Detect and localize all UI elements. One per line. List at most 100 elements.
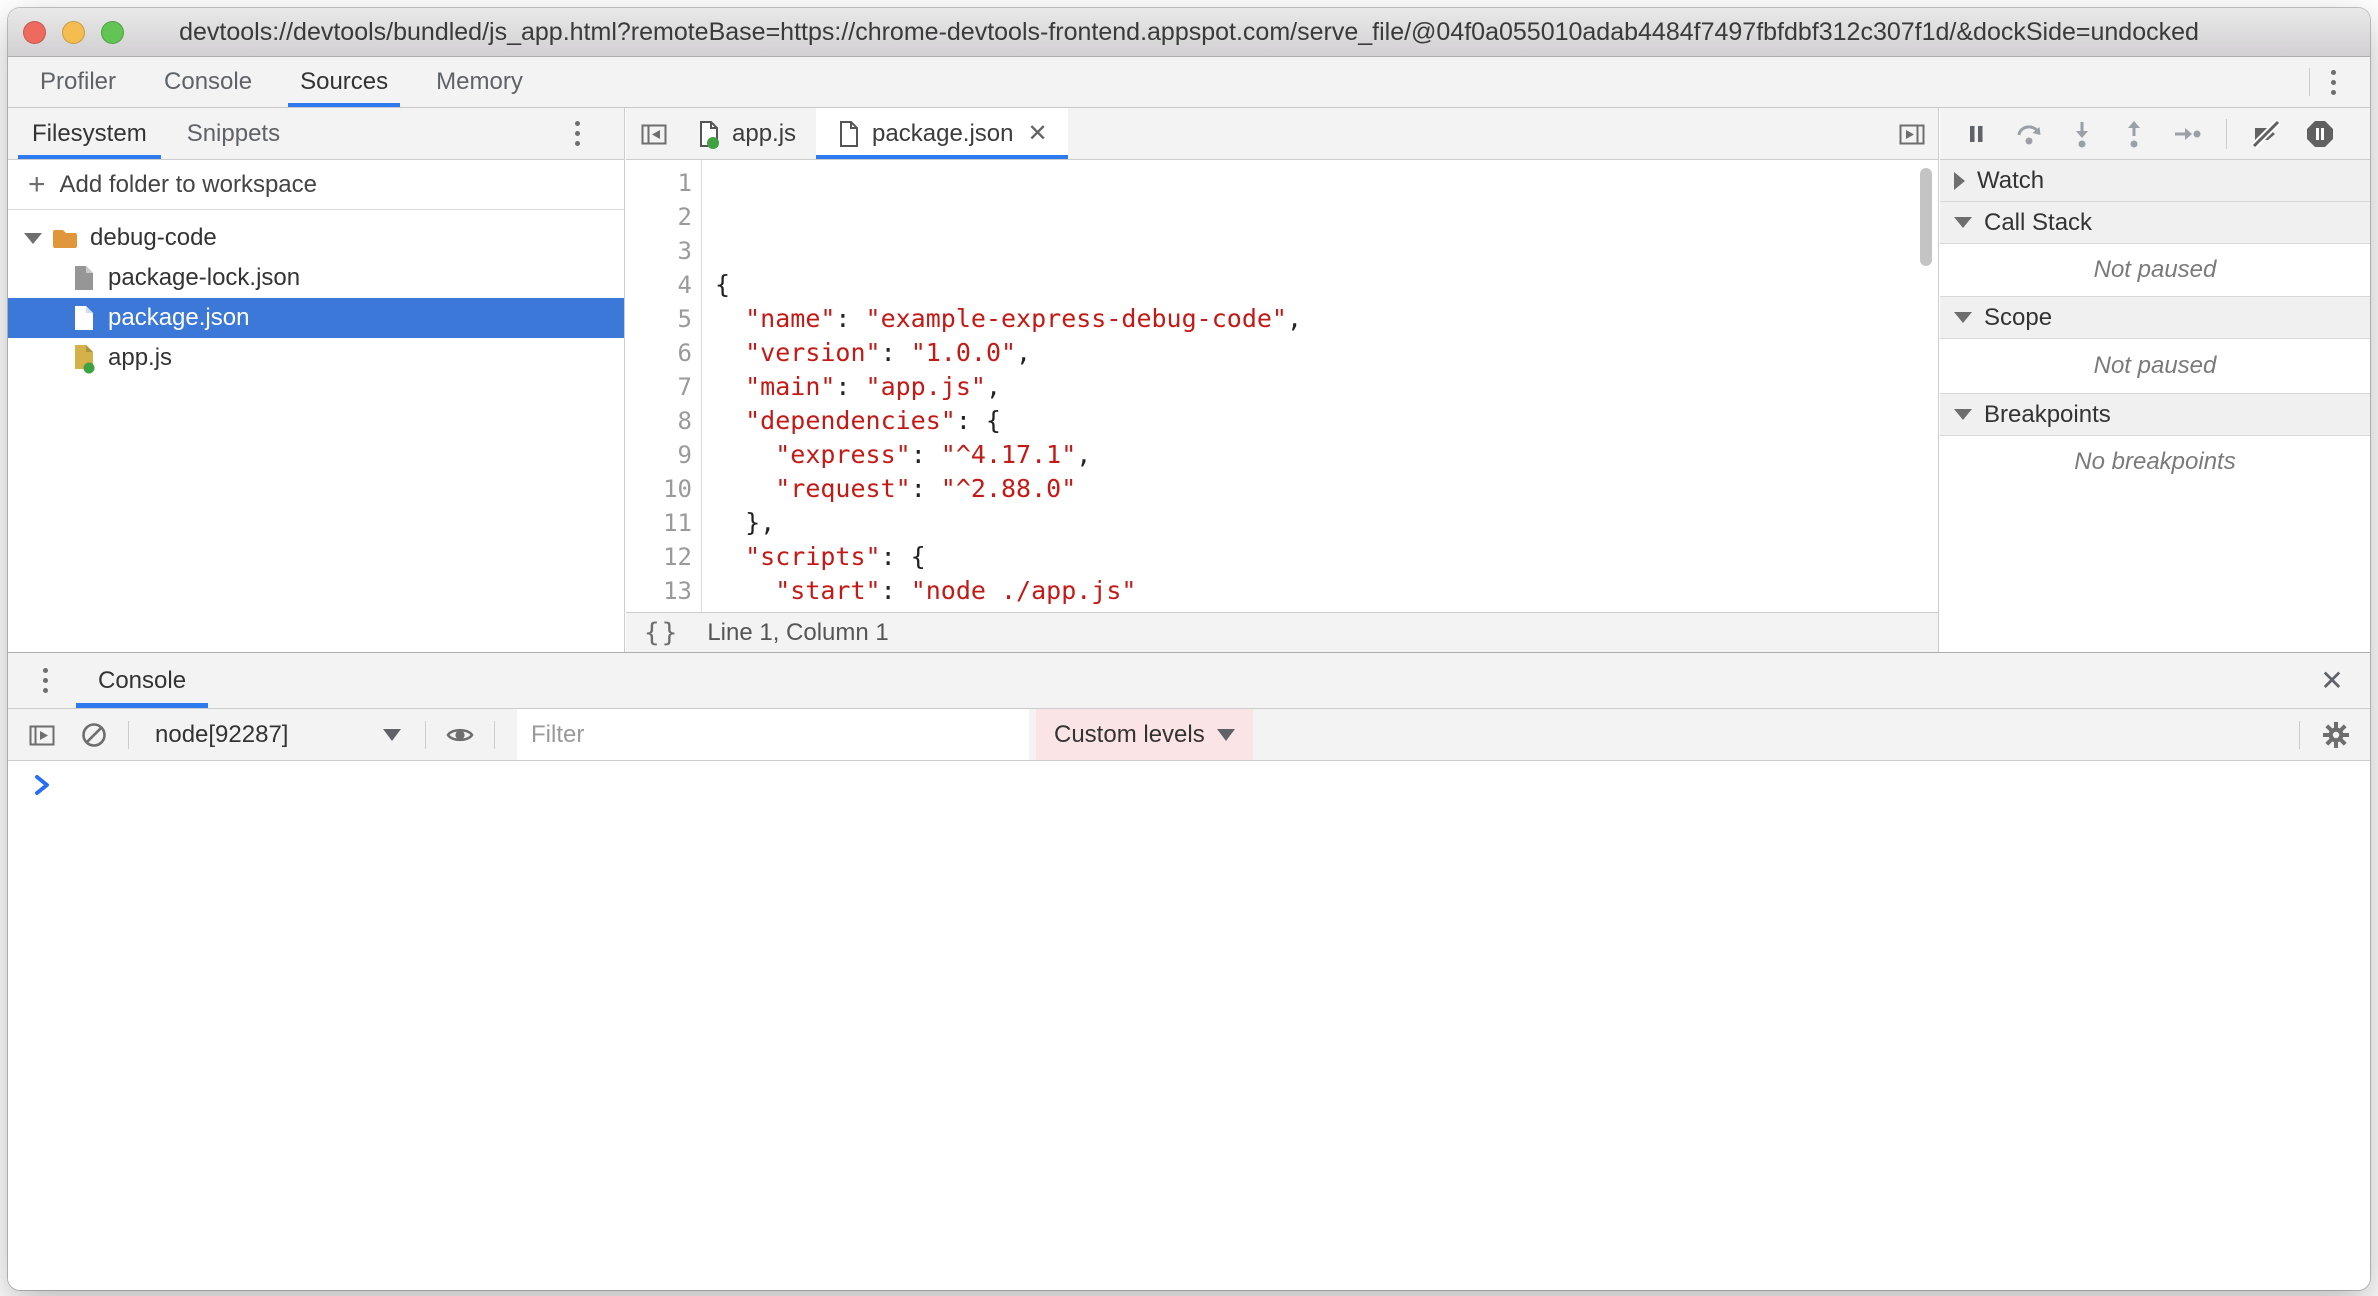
devtools-window: devtools://devtools/bundled/js_app.html?… (8, 8, 2370, 1290)
custom-levels-button[interactable]: Custom levels (1036, 709, 1253, 760)
line-number[interactable]: 9 (626, 438, 692, 472)
tab-label: package.json (872, 120, 1013, 148)
close-window-button[interactable] (23, 21, 46, 44)
drawer-menu-kebab-icon[interactable] (22, 661, 68, 701)
tab-sources[interactable]: Sources (284, 57, 404, 107)
add-folder-to-workspace[interactable]: + Add folder to workspace (8, 160, 624, 210)
traffic-lights (23, 8, 124, 56)
section-label: Breakpoints (1984, 401, 2111, 429)
code-line[interactable]: "version": "1.0.0", (715, 336, 1938, 370)
drawer-tab-console[interactable]: Console (76, 653, 208, 708)
console-drawer: Console ✕ node[9228 (8, 652, 2370, 1290)
hide-navigator-icon[interactable] (632, 112, 676, 156)
chevron-down-icon (1954, 217, 1972, 228)
code-line[interactable]: "start": "node ./app.js" (715, 574, 1938, 608)
line-number[interactable]: 3 (626, 234, 692, 268)
file-icon (70, 263, 98, 293)
tab-console[interactable]: Console (148, 57, 268, 107)
line-number[interactable]: 10 (626, 472, 692, 506)
close-drawer-icon[interactable]: ✕ (2310, 659, 2354, 703)
line-number[interactable]: 8 (626, 404, 692, 438)
tree-folder-debug-code[interactable]: debug-code (8, 218, 624, 258)
console-prompt-row[interactable] (8, 761, 2370, 809)
tab-memory[interactable]: Memory (420, 57, 539, 107)
debugger-pane: Watch Call Stack Not paused Scope Not pa… (1940, 108, 2370, 652)
breakpoints-section-header[interactable]: Breakpoints (1940, 394, 2370, 436)
tree-item-app-js[interactable]: app.js (8, 338, 624, 378)
tab-filesystem[interactable]: Filesystem (16, 108, 163, 159)
minimize-window-button[interactable] (62, 21, 85, 44)
chevron-down-icon (1954, 409, 1972, 420)
pause-icon[interactable] (1962, 120, 1990, 148)
tab-snippets[interactable]: Snippets (171, 108, 296, 159)
navigator-more-kebab-icon[interactable] (554, 114, 600, 154)
clear-console-icon[interactable] (72, 713, 116, 757)
step-out-icon[interactable] (2120, 119, 2148, 149)
line-number[interactable]: 2 (626, 200, 692, 234)
file-tree: debug-code package-lock.json package.jso… (8, 210, 624, 378)
file-label: package.json (108, 304, 249, 332)
editor-tab-package-json[interactable]: package.json ✕ (816, 108, 1068, 159)
line-number[interactable]: 5 (626, 302, 692, 336)
navigator-tab-bar: Filesystem Snippets (8, 108, 624, 160)
chevron-right-icon (1954, 172, 1965, 190)
main-menu-kebab-icon[interactable] (2310, 62, 2356, 102)
file-js-linked-icon (70, 342, 98, 374)
drawer-tab-bar: Console ✕ (8, 653, 2370, 709)
code-line[interactable]: { (715, 268, 1938, 302)
editor-tab-app-js[interactable]: app.js (676, 108, 816, 159)
folder-label: debug-code (90, 224, 217, 252)
line-number[interactable]: 4 (626, 268, 692, 302)
deactivate-breakpoints-icon[interactable] (2251, 119, 2281, 149)
line-number[interactable]: 1 (626, 166, 692, 200)
step-icon[interactable] (2172, 120, 2202, 148)
breakpoints-content: No breakpoints (1940, 436, 2370, 488)
code-line[interactable]: "dependencies": { (715, 404, 1938, 438)
toolbar-separator (2226, 119, 2227, 149)
line-number[interactable]: 12 (626, 540, 692, 574)
console-toolbar: node[92287] Custom levels (8, 709, 2370, 761)
line-number[interactable]: 13 (626, 574, 692, 608)
watch-section-header[interactable]: Watch (1940, 160, 2370, 202)
context-value: node[92287] (155, 721, 288, 749)
line-number[interactable]: 6 (626, 336, 692, 370)
code-line[interactable]: "scripts": { (715, 540, 1938, 574)
zoom-window-button[interactable] (101, 21, 124, 44)
line-number[interactable]: 11 (626, 506, 692, 540)
console-settings-gear-icon[interactable] (2314, 713, 2358, 757)
pause-on-exceptions-icon[interactable] (2305, 119, 2335, 149)
line-number-gutter: 12345678910111213 (626, 160, 702, 612)
scope-section-header[interactable]: Scope (1940, 297, 2370, 339)
tree-item-package-lock[interactable]: package-lock.json (8, 258, 624, 298)
code-line[interactable]: "name": "example-express-debug-code", (715, 302, 1938, 336)
tree-item-package-json[interactable]: package.json (8, 298, 624, 338)
folder-icon (50, 223, 80, 253)
editor-pane: app.js package.json ✕ 12 345678910 1 (626, 108, 1939, 652)
code-content[interactable]: { "name": "example-express-debug-code", … (702, 160, 1938, 612)
code-line[interactable]: "request": "^2.88.0" (715, 472, 1938, 506)
code-line[interactable]: "express": "^4.17.1", (715, 438, 1938, 472)
code-editor[interactable]: 12345678910111213 { "name": "example-exp… (626, 160, 1938, 612)
live-expression-eye-icon[interactable] (438, 713, 482, 757)
show-debugger-icon[interactable] (1890, 112, 1934, 156)
tab-profiler[interactable]: Profiler (24, 57, 132, 107)
chevron-down-icon[interactable] (24, 233, 42, 244)
call-stack-section-header[interactable]: Call Stack (1940, 202, 2370, 244)
step-into-icon[interactable] (2068, 119, 2096, 149)
close-tab-icon[interactable]: ✕ (1027, 119, 1047, 148)
step-over-icon[interactable] (2014, 119, 2044, 149)
line-number[interactable]: 7 (626, 370, 692, 404)
filter-input[interactable] (517, 709, 1029, 760)
plus-icon: + (28, 170, 46, 200)
levels-label: Custom levels (1054, 721, 1205, 749)
section-label: Watch (1977, 167, 2044, 195)
code-line[interactable]: }, (715, 506, 1938, 540)
execution-context-selector[interactable]: node[92287] (141, 709, 413, 760)
main-tab-bar: Profiler Console Sources Memory (8, 57, 2370, 108)
section-label: Call Stack (1984, 209, 2092, 237)
navigator-pane: Filesystem Snippets + Add folder to work… (8, 108, 625, 652)
pretty-print-icon[interactable]: {} (644, 618, 679, 648)
code-line[interactable]: "main": "app.js", (715, 370, 1938, 404)
show-console-sidebar-icon[interactable] (20, 713, 64, 757)
vertical-scrollbar[interactable] (1920, 168, 1932, 266)
